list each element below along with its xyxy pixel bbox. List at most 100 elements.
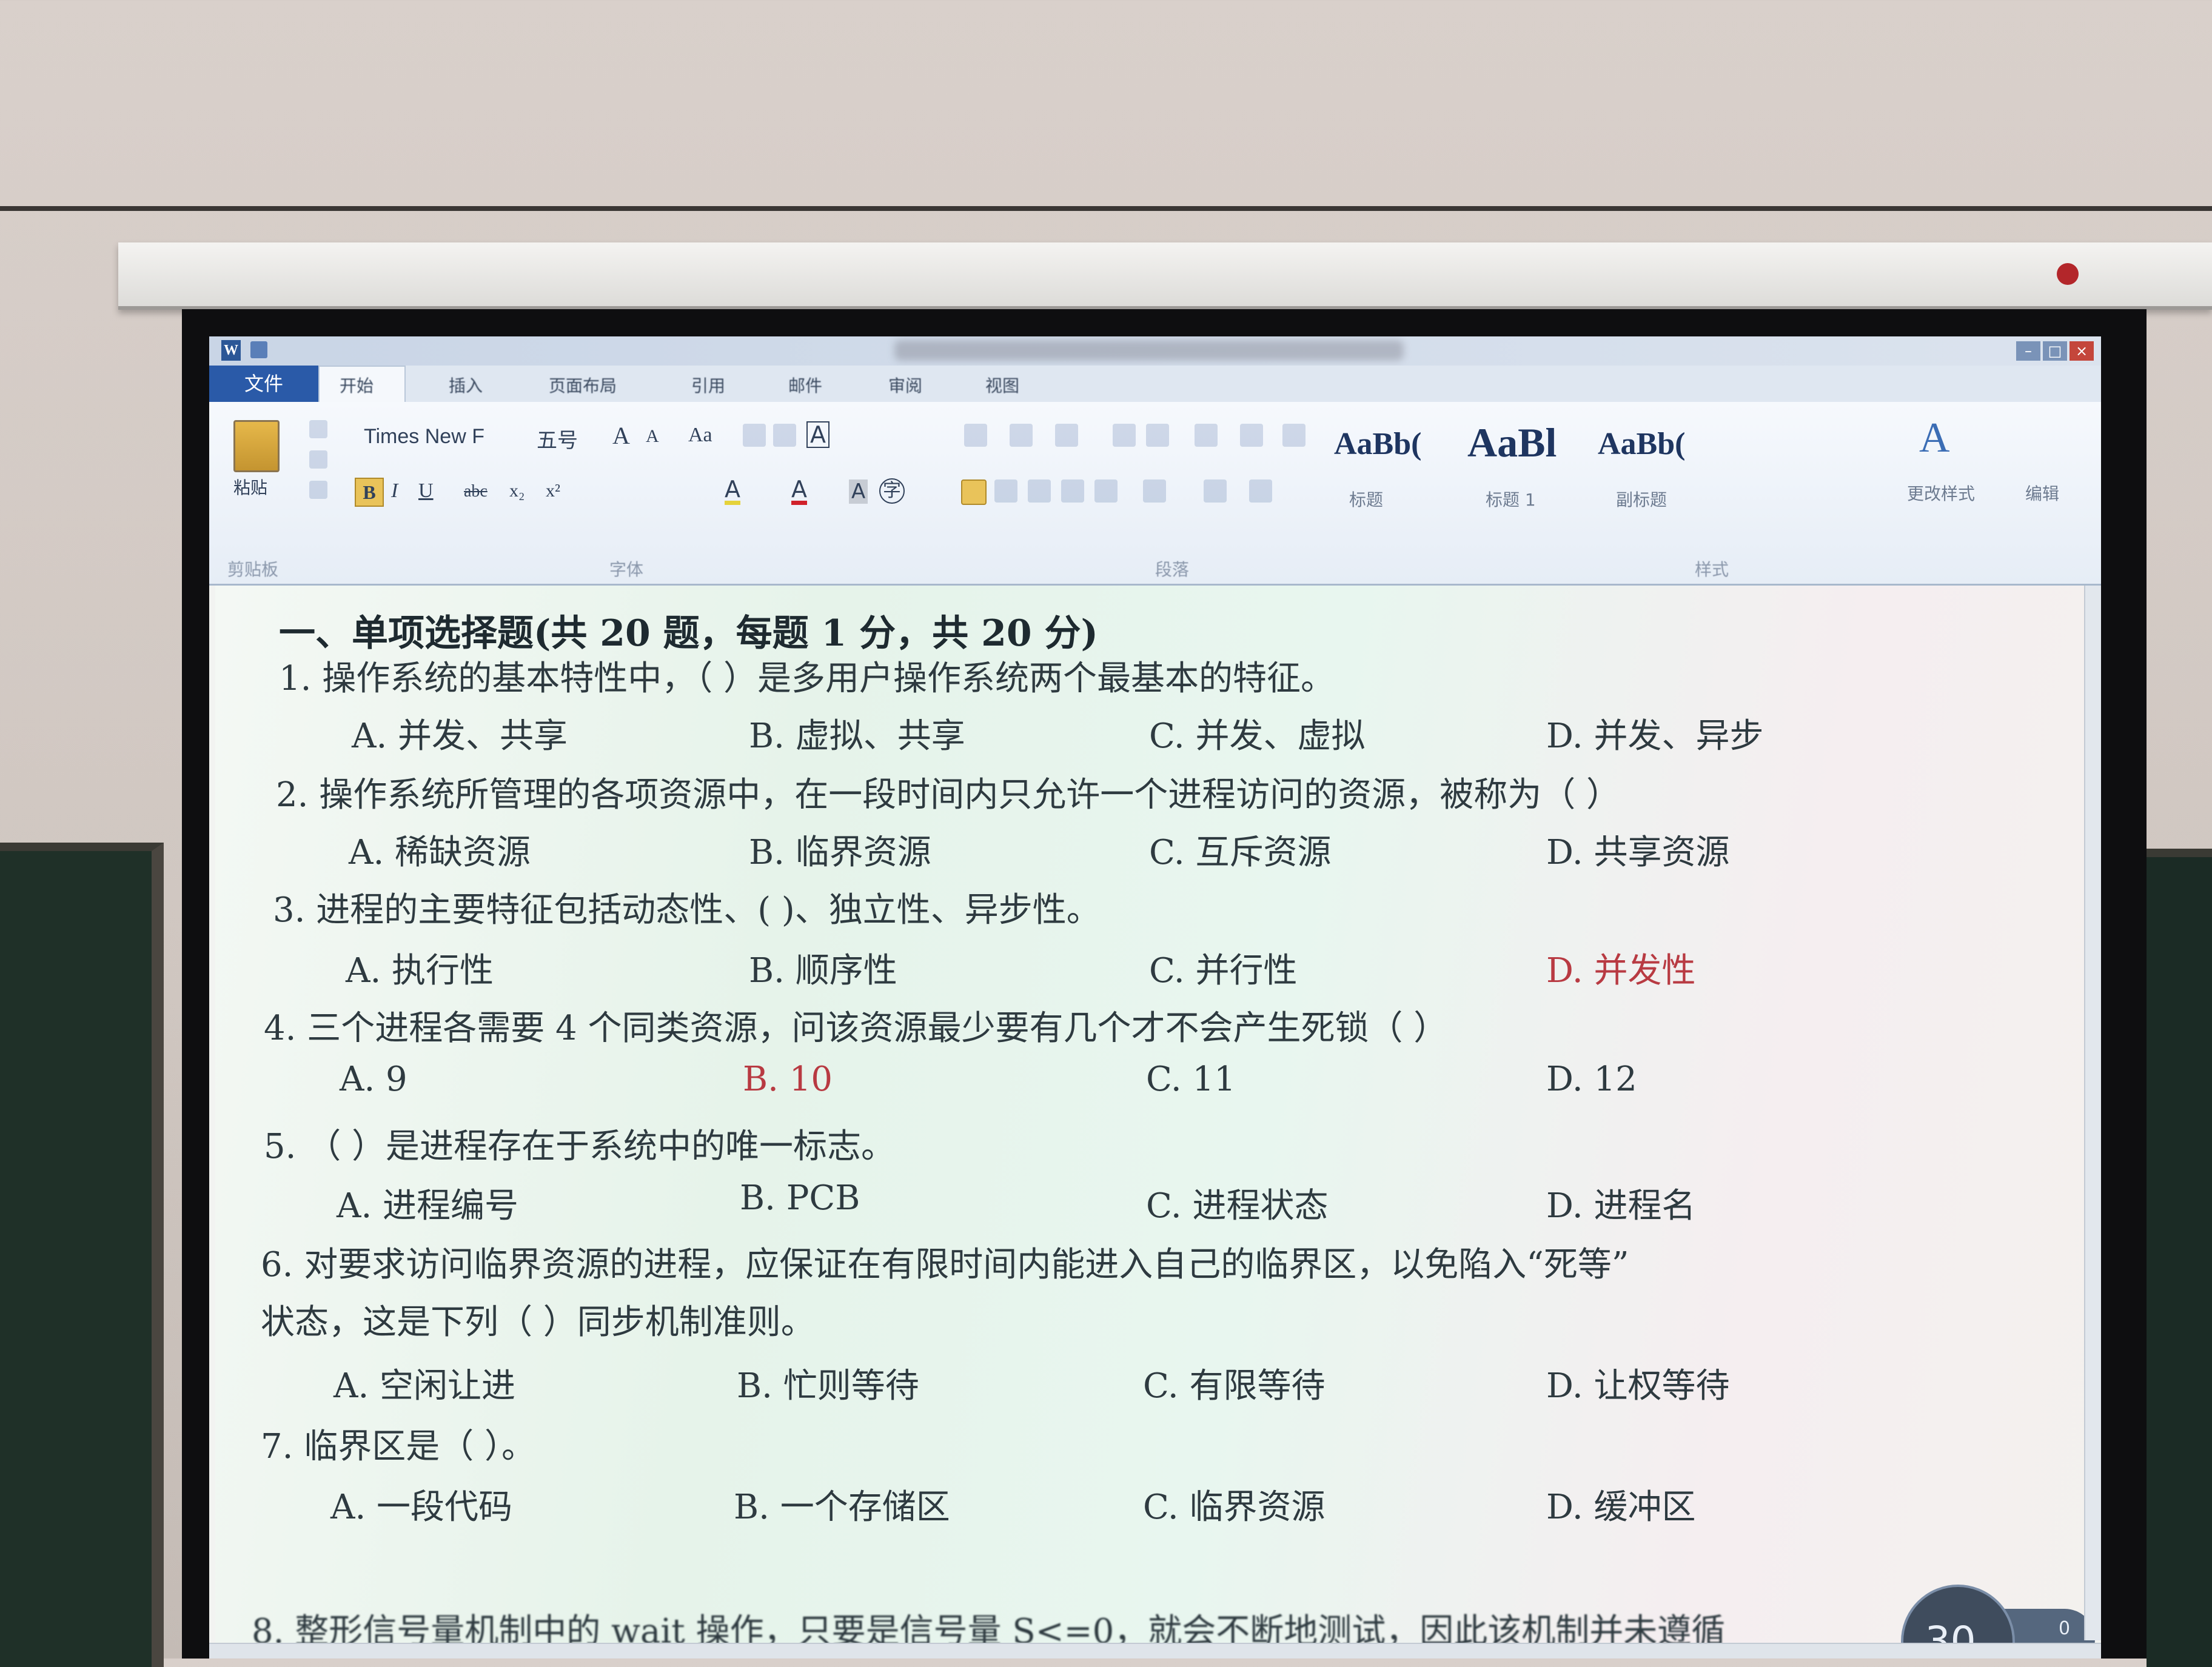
ribbon-tabs: 文件 开始 插入 页面布局 引用 邮件 审阅 视图	[209, 366, 2101, 404]
q1-option-d: D. 并发、异步	[1546, 717, 1764, 756]
q4-option-b-answer: B. 10	[743, 1060, 833, 1099]
highlight-button[interactable]: A	[725, 478, 740, 505]
document-page[interactable]: 一、单项选择题(共 20 题，每题 1 分，共 20 分) 1. 操作系统的基本…	[215, 586, 2095, 1659]
ceiling-edge	[0, 206, 2212, 211]
distributed-icon[interactable]	[1094, 479, 1118, 503]
superscript-button[interactable]: x²	[546, 481, 560, 501]
question-3: 3. 进程的主要特征包括动态性、( )、独立性、异步性。	[273, 890, 1101, 930]
grow-font-button[interactable]: A	[612, 421, 630, 450]
question-7: 7. 临界区是（ ）。	[261, 1427, 536, 1466]
question-5: 5. （ ）是进程存在于系统中的唯一标志。	[264, 1127, 896, 1166]
blackboard-left	[0, 843, 164, 1667]
change-styles-icon[interactable]: A	[1919, 414, 1950, 463]
question-2: 2. 操作系统所管理的各项资源中，在一段时间内只允许一个进程访问的资源，被称为（…	[276, 775, 1621, 815]
style-heading1-preview[interactable]: AaBl	[1467, 419, 1557, 467]
align-center-icon[interactable]	[994, 479, 1017, 503]
decrease-indent-icon[interactable]	[1113, 424, 1136, 447]
tab-view[interactable]: 视图	[985, 373, 1019, 397]
format-painter-icon[interactable]	[309, 481, 327, 499]
vertical-scrollbar[interactable]	[2084, 586, 2101, 1640]
document-title-blurred	[894, 340, 1404, 361]
enclose-char-button[interactable]: 字	[879, 478, 905, 504]
q3-option-a: A. 执行性	[346, 951, 494, 991]
bold-button[interactable]: B	[355, 478, 384, 507]
question-6: 6. 对要求访问临界资源的进程，应保证在有限时间内能进入自己的临界区，以免陷入“…	[261, 1245, 1629, 1284]
subscript-button[interactable]: x₂	[509, 481, 525, 501]
tab-insert[interactable]: 插入	[449, 373, 483, 397]
q6-option-c: C. 有限等待	[1143, 1366, 1326, 1406]
borders-icon[interactable]	[1249, 479, 1272, 503]
title-bar: W – □ ×	[209, 336, 2101, 366]
tab-review[interactable]: 审阅	[888, 373, 922, 397]
q4-option-c: C. 11	[1146, 1060, 1236, 1099]
q2-option-c: C. 互斥资源	[1149, 833, 1332, 872]
char-shading-button[interactable]: A	[849, 479, 868, 504]
projector-screen-housing	[118, 242, 2212, 310]
tab-mailings[interactable]: 邮件	[788, 373, 822, 397]
change-styles-label[interactable]: 更改样式	[1907, 481, 1975, 505]
zoom-value-1: 0	[2059, 1618, 2071, 1639]
q5-option-d: D. 进程名	[1546, 1186, 1696, 1226]
q3-option-b: B. 顺序性	[749, 951, 897, 991]
numbering-icon[interactable]	[1010, 424, 1033, 447]
line-spacing-icon[interactable]	[1143, 479, 1166, 503]
align-left-icon[interactable]	[961, 479, 987, 505]
paste-icon[interactable]	[233, 420, 280, 472]
show-marks-icon[interactable]	[1282, 424, 1305, 447]
underline-button[interactable]: U	[418, 479, 434, 503]
italic-button[interactable]: I	[391, 479, 398, 503]
cut-icon[interactable]	[309, 420, 327, 438]
horizontal-scrollbar[interactable]	[209, 1643, 2101, 1659]
word-app-icon[interactable]: W	[221, 340, 241, 361]
group-font-label: 字体	[609, 560, 644, 580]
change-case-button[interactable]: Aa	[688, 424, 712, 447]
q5-option-a: A. 进程编号	[337, 1186, 519, 1226]
chinese-layout-icon[interactable]	[1195, 424, 1218, 447]
shrink-font-button[interactable]: A	[646, 426, 659, 447]
strikethrough-button[interactable]: abc	[464, 482, 488, 501]
multilevel-list-icon[interactable]	[1055, 424, 1078, 447]
question-4: 4. 三个进程各需要 4 个同类资源，问该资源最少要有几个才不会产生死锁（ ）	[264, 1009, 1448, 1048]
align-right-icon[interactable]	[1028, 479, 1051, 503]
phonetic-guide-icon[interactable]	[773, 424, 796, 447]
q6-option-b: B. 忙则等待	[737, 1366, 919, 1406]
tab-page-layout[interactable]: 页面布局	[549, 373, 617, 397]
edit-label[interactable]: 编辑	[2025, 481, 2059, 505]
style-normal-preview[interactable]: AaBb(	[1334, 426, 1421, 462]
maximize-button[interactable]: □	[2043, 341, 2067, 361]
q7-option-d: D. 缓冲区	[1546, 1488, 1696, 1527]
tab-file[interactable]: 文件	[209, 366, 318, 402]
char-border-button[interactable]: A	[806, 421, 830, 448]
q1-option-a: A. 并发、共享	[352, 717, 568, 756]
q7-option-a: A. 一段代码	[330, 1488, 513, 1527]
q5-option-b: B. PCB	[740, 1178, 860, 1218]
shading-icon[interactable]	[1204, 479, 1227, 503]
q3-option-d-answer: D. 并发性	[1546, 951, 1696, 991]
copy-icon[interactable]	[309, 450, 327, 469]
minimize-button[interactable]: –	[2016, 341, 2040, 361]
q1-option-b: B. 虚拟、共享	[749, 717, 965, 756]
projected-word-window: W – □ × 文件 开始 插入 页面布局 引用 邮件 审阅 视图 粘贴 剪贴板…	[209, 336, 2101, 1659]
font-size-box[interactable]: 五号	[537, 424, 578, 453]
bullets-icon[interactable]	[964, 424, 987, 447]
style-heading1-label[interactable]: 标题 1	[1486, 487, 1536, 511]
style-normal-label[interactable]: 标题	[1349, 487, 1383, 511]
paste-label[interactable]: 粘贴	[233, 475, 267, 499]
font-color-button[interactable]: A	[791, 478, 807, 505]
increase-indent-icon[interactable]	[1146, 424, 1169, 447]
save-icon[interactable]	[250, 341, 267, 358]
q5-option-c: C. 进程状态	[1146, 1186, 1329, 1226]
q2-option-d: D. 共享资源	[1546, 833, 1730, 872]
style-subtitle-preview[interactable]: AaBb(	[1598, 426, 1685, 462]
question-6-continued: 状态，这是下列（ ）同步机制准则。	[261, 1303, 815, 1342]
justify-icon[interactable]	[1061, 479, 1084, 503]
style-subtitle-label[interactable]: 副标题	[1616, 487, 1667, 511]
q2-option-b: B. 临界资源	[749, 833, 931, 872]
section-heading: 一、单项选择题(共 20 题，每题 1 分，共 20 分)	[279, 612, 1098, 655]
tab-references[interactable]: 引用	[691, 373, 725, 397]
sort-icon[interactable]	[1240, 424, 1263, 447]
tab-home[interactable]: 开始	[340, 373, 374, 397]
clear-format-icon[interactable]	[743, 424, 766, 447]
font-name-box[interactable]: Times New F	[364, 425, 484, 449]
close-button[interactable]: ×	[2070, 341, 2094, 361]
